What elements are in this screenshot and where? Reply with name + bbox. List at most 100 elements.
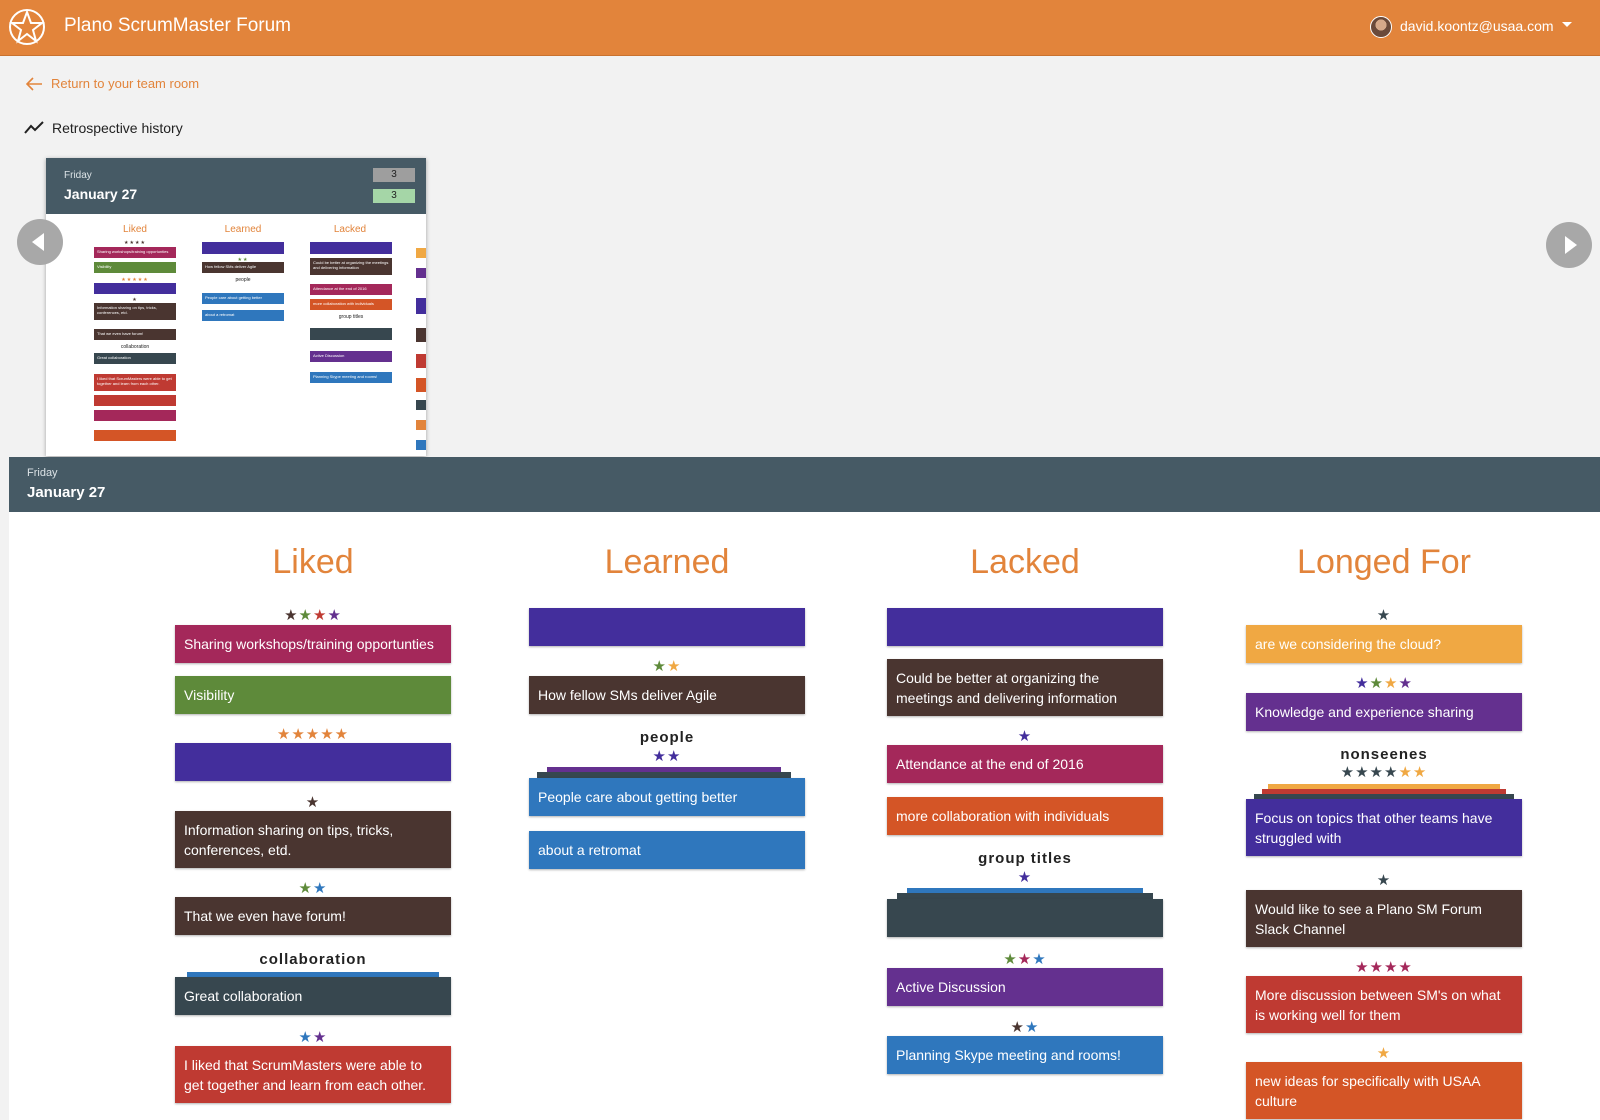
star-icon: ★★★★	[284, 607, 342, 624]
retro-thumbnail[interactable]: Friday January 27 3 3 Liked Learned Lack…	[46, 158, 426, 456]
thumbnail-day: Friday	[64, 170, 92, 181]
mini-card	[202, 242, 284, 254]
retro-card[interactable]: Would like to see a Plano SM Forum Slack…	[1246, 890, 1522, 947]
retro-board: Friday January 27 Liked ★★★★ Sharing wor…	[9, 457, 1600, 1120]
star-icon: ★★	[652, 658, 682, 675]
star-icon: ★	[1017, 728, 1033, 745]
mini-card	[94, 430, 176, 441]
star-icon: ★★★★★	[276, 726, 350, 743]
mini-card: People care about getting better	[202, 293, 284, 304]
history-title-label: Retrospective history	[52, 120, 183, 136]
count-badge: 3	[373, 189, 415, 203]
star-icon: ★★	[1010, 1019, 1040, 1036]
return-link[interactable]: Return to your team room	[26, 76, 199, 91]
retro-card[interactable]: Active Discussion	[887, 968, 1163, 1006]
mini-group-title: people	[235, 277, 251, 283]
thumbnail-header: Friday January 27 3 3	[46, 158, 426, 214]
chevron-right-icon	[1565, 236, 1577, 254]
chevron-down-icon[interactable]	[1562, 22, 1572, 27]
return-link-label: Return to your team room	[51, 76, 200, 91]
mini-card: Great collaboration	[94, 353, 176, 364]
retro-card[interactable]: More discussion between SM's on what is …	[1246, 976, 1522, 1033]
mini-card: I liked that ScrumMasters were able to g…	[94, 374, 176, 391]
board-header: Friday January 27	[9, 457, 1600, 512]
column-title-learned: Learned	[604, 543, 730, 581]
star-icon: ★★	[652, 748, 682, 765]
retro-card[interactable]: Focus on topics that other teams have st…	[1246, 799, 1522, 856]
mini-card: Planning Skype meeting and rooms!	[310, 372, 392, 383]
group-title[interactable]: group titles	[887, 850, 1163, 867]
retro-card[interactable]	[529, 608, 805, 646]
mini-card-edge	[416, 354, 426, 368]
previous-retro-button[interactable]	[17, 219, 63, 265]
retro-card[interactable]: Could be better at organizing the meetin…	[887, 659, 1163, 716]
mini-card: about a retromat	[202, 310, 284, 321]
mini-card-edge	[416, 420, 426, 430]
retro-card[interactable]	[175, 743, 451, 781]
next-retro-button[interactable]	[1546, 222, 1592, 268]
retro-card[interactable]: Great collaboration	[175, 977, 451, 1015]
logo-icon[interactable]	[8, 8, 46, 46]
star-icon: ★	[1376, 1045, 1392, 1062]
app-header: Plano ScrumMaster Forum david.koontz@usa…	[0, 0, 1600, 56]
board-day: Friday	[27, 467, 58, 479]
star-icon: ★	[1376, 872, 1392, 889]
retro-card[interactable]: new ideas for specifically with USAA cul…	[1246, 1062, 1522, 1119]
mini-card: Attendance at the end of 2016	[310, 284, 392, 295]
mini-card	[94, 410, 176, 421]
retro-card[interactable]: Attendance at the end of 2016	[887, 745, 1163, 783]
retro-card[interactable]: That we even have forum!	[175, 897, 451, 935]
retro-card[interactable]: I liked that ScrumMasters were able to g…	[175, 1046, 451, 1103]
group-title[interactable]: people	[529, 729, 805, 746]
board-date: January 27	[27, 484, 106, 501]
user-email[interactable]: david.koontz@usaa.com	[1400, 18, 1554, 34]
retro-card[interactable]: about a retromat	[529, 831, 805, 869]
retro-card[interactable]: Visibility	[175, 676, 451, 714]
mini-card: That we even have forum!	[94, 329, 176, 340]
thumbnail-column-title: Learned	[224, 224, 262, 235]
retro-card[interactable]: more collaboration with individuals	[887, 797, 1163, 835]
column-title-lacked: Lacked	[970, 543, 1080, 581]
star-icon: ★★	[298, 1029, 328, 1046]
mini-card: Active Discussion	[310, 351, 392, 362]
star-icon: ★★★★	[124, 240, 146, 246]
retro-card[interactable]: Sharing workshops/training opportunties	[175, 625, 451, 663]
group-title[interactable]: nonseenes	[1246, 746, 1522, 763]
retro-card[interactable]: People care about getting better	[529, 778, 805, 816]
retro-card[interactable]: Planning Skype meeting and rooms!	[887, 1036, 1163, 1074]
star-icon: ★★★	[1003, 951, 1047, 968]
mini-card: Sharing workshops/training opportunties	[94, 247, 176, 258]
mini-card-edge	[416, 328, 426, 342]
retro-card[interactable]: Knowledge and experience sharing	[1246, 693, 1522, 731]
retro-card[interactable]: How fellow SMs deliver Agile	[529, 676, 805, 714]
retro-card[interactable]	[887, 608, 1163, 646]
history-title: Retrospective history	[24, 120, 183, 136]
mini-card	[310, 242, 392, 254]
star-icon: ★★★★	[1355, 675, 1413, 692]
mini-card	[94, 395, 176, 406]
retro-card[interactable]: are we considering the cloud?	[1246, 625, 1522, 663]
star-icon: ★	[1017, 869, 1033, 886]
mini-card: Information sharing on tips, tricks, con…	[94, 303, 176, 320]
star-icon: ★★	[298, 880, 328, 897]
avatar[interactable]	[1370, 16, 1392, 38]
star-icon: ★	[1376, 607, 1392, 624]
retro-card[interactable]	[887, 899, 1163, 937]
mini-card: Could be better at organizing the meetin…	[310, 258, 392, 275]
group-title[interactable]: collaboration	[175, 951, 451, 968]
mini-card: How fellow SMs deliver Agile	[202, 262, 284, 273]
retro-card[interactable]: Information sharing on tips, tricks, con…	[175, 811, 451, 868]
mini-card	[310, 328, 392, 340]
mini-card-edge	[416, 298, 426, 314]
thumbnail-column-title: Lacked	[333, 224, 367, 235]
mini-card-edge	[416, 268, 426, 278]
thumbnail-date: January 27	[64, 186, 138, 202]
star-icon: ★	[305, 794, 321, 811]
mini-group-title: collaboration	[120, 344, 150, 350]
app-title: Plano ScrumMaster Forum	[64, 15, 292, 36]
column-title-liked: Liked	[272, 543, 354, 581]
mini-card: Visibility	[94, 262, 176, 273]
mini-card-edge	[416, 440, 426, 450]
thumbnail-column-title: Liked	[123, 224, 147, 235]
column-title-longed-for: Longed For	[1297, 543, 1471, 581]
